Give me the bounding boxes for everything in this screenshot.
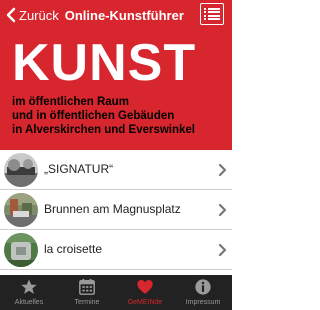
tab-termine[interactable]: Termine	[58, 275, 116, 310]
star-icon	[21, 279, 37, 294]
artwork-list: „SIGNATUR“ Brunnen am Magnusplatz la cro…	[0, 150, 232, 270]
hero-subtitle-line: und in öffentlichen Gebäuden	[12, 110, 175, 122]
artwork-thumbnail	[4, 153, 38, 187]
chevron-right-icon	[218, 163, 227, 177]
list-item-label: „SIGNATUR“	[44, 162, 114, 176]
hero-banner: KUNST im öffentlichen Raum und in öffent…	[0, 30, 232, 150]
list-menu-button[interactable]	[200, 3, 224, 25]
navigation-bar: Zurück Online-Kunstführer	[0, 0, 232, 30]
info-icon	[195, 279, 211, 295]
calendar-icon	[79, 278, 95, 295]
chevron-right-icon	[218, 203, 227, 217]
tab-impressum[interactable]: Impressum	[174, 275, 232, 310]
list-item-brunnen[interactable]: Brunnen am Magnusplatz	[0, 190, 232, 230]
tab-label: Aktuelles	[14, 299, 44, 306]
list-menu-icon	[204, 7, 220, 10]
hero-title: KUNST	[12, 34, 197, 92]
list-item-label: la croisette	[44, 242, 103, 256]
tab-label: Impressum	[185, 299, 221, 306]
hero-subtitle: im öffentlichen Raum und in öffentlichen…	[12, 95, 227, 137]
hero-subtitle-line: im öffentlichen Raum	[12, 96, 129, 108]
nav-title: Online-Kunstführer	[64, 7, 184, 23]
heart-icon	[137, 279, 153, 294]
tab-label: Termine	[74, 299, 100, 306]
list-item-label: Brunnen am Magnusplatz	[44, 202, 181, 216]
hero-subtitle-line: in Alverskirchen und Everswinkel	[12, 124, 196, 136]
artwork-thumbnail	[4, 193, 38, 227]
tab-gemeinde[interactable]: GeMEINde	[116, 275, 174, 310]
artwork-thumbnail	[4, 233, 38, 267]
chevron-right-icon	[218, 243, 227, 257]
tab-label: GeMEINde	[127, 299, 163, 306]
list-item-signatur[interactable]: „SIGNATUR“	[0, 150, 232, 190]
tab-bar: Aktuelles Termine GeMEINde Impressum	[0, 275, 232, 310]
tab-aktuelles[interactable]: Aktuelles	[0, 275, 58, 310]
back-button[interactable]: Zurück	[0, 0, 59, 30]
back-label: Zurück	[19, 7, 59, 23]
list-item-la-croisette[interactable]: la croisette	[0, 230, 232, 270]
chevron-left-icon	[6, 7, 16, 23]
